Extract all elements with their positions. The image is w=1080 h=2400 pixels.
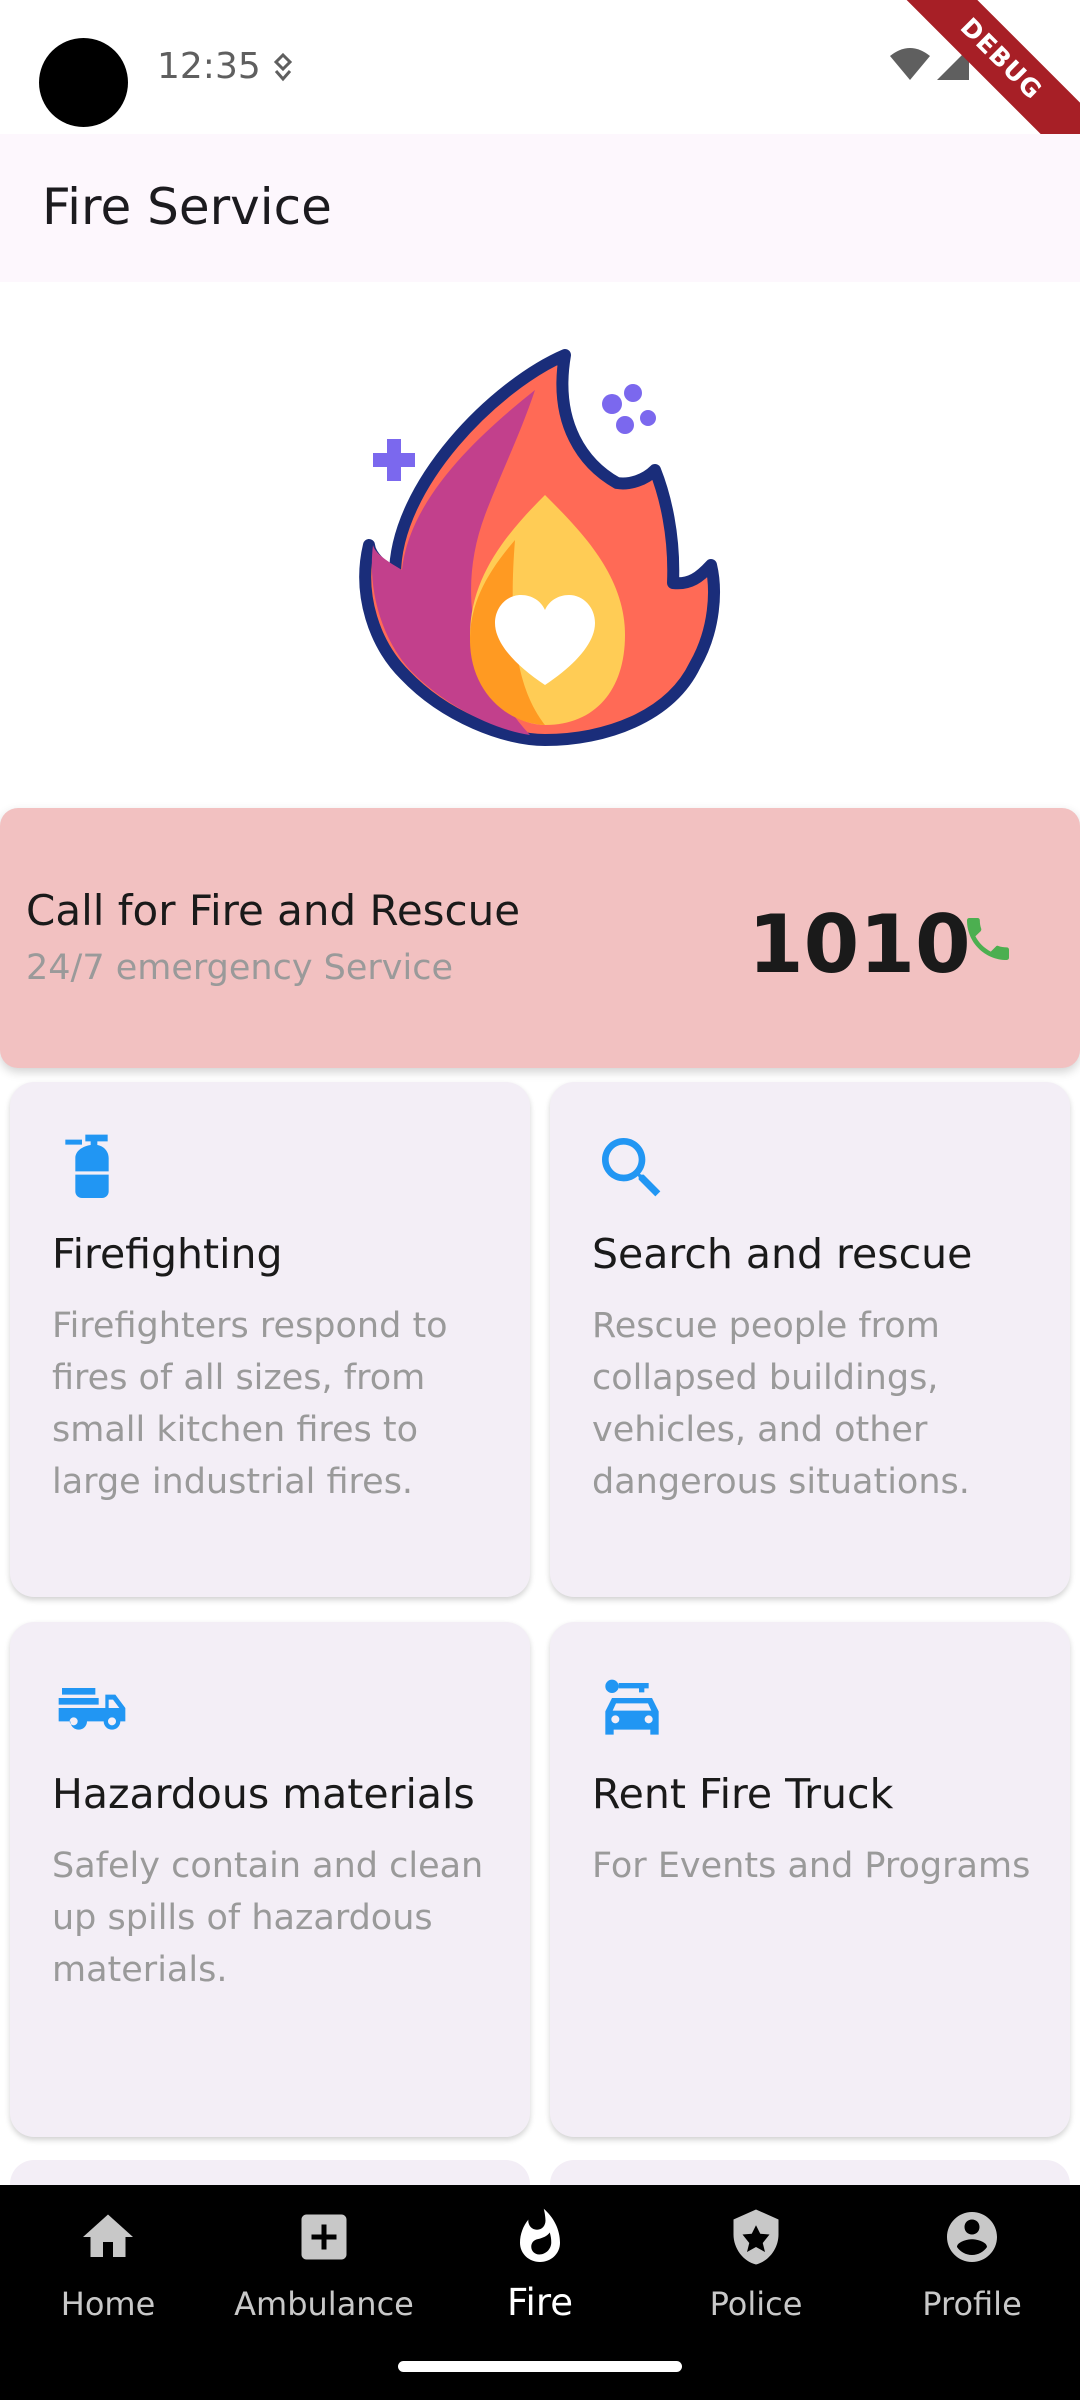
service-card-hazardous-materials[interactable]: Hazardous materials Safely contain and c… [10, 1622, 530, 2137]
nav-label: Profile [922, 2285, 1022, 2323]
car-rental-icon [605, 1679, 659, 1735]
status-time: 12:35 [157, 46, 261, 87]
service-card-rent-fire-truck[interactable]: Rent Fire Truck For Events and Programs [550, 1622, 1070, 2137]
medical-plus-icon [301, 2214, 347, 2260]
service-card-title: Firefighting [52, 1230, 283, 1278]
nav-item-home[interactable]: Home [0, 2185, 216, 2345]
home-icon [83, 2214, 133, 2257]
search-icon [602, 1138, 661, 1197]
service-card-title: Search and rescue [592, 1230, 973, 1278]
emergency-number[interactable]: 1010 [748, 898, 971, 991]
service-card-firefighting[interactable]: Firefighting Firefighters respond to fir… [10, 1082, 530, 1597]
nav-label: Home [60, 2285, 156, 2323]
app-bar: Fire Service [0, 134, 1080, 282]
service-card-title: Rent Fire Truck [592, 1770, 894, 1818]
nav-label: Fire [506, 2281, 574, 2324]
call-card-title: Call for Fire and Rescue [26, 886, 521, 935]
service-card-title: Hazardous materials [52, 1770, 475, 1818]
camera-cutout [39, 38, 128, 127]
emergency-call-card[interactable]: Call for Fire and Rescue 24/7 emergency … [0, 808, 1080, 1068]
service-card-description: Firefighters respond to fires of all siz… [52, 1306, 448, 1502]
service-card-description: Safely contain and clean up spills of ha… [52, 1846, 484, 1990]
nav-label: Police [709, 2285, 803, 2323]
nav-item-fire[interactable]: Fire [432, 2185, 648, 2345]
flame-heart-illustration [359, 349, 720, 746]
status-bar: 12:35 DEBUG [0, 0, 1080, 187]
shield-star-icon [733, 2209, 779, 2265]
wifi-icon [890, 48, 930, 80]
page-title: Fire Service [42, 178, 332, 236]
nav-item-police[interactable]: Police [648, 2185, 864, 2345]
service-card-search-rescue[interactable]: Search and rescue Rescue people from col… [550, 1082, 1070, 1597]
call-card-subtitle: 24/7 emergency Service [26, 948, 454, 988]
fire-extinguisher-icon [65, 1134, 109, 1198]
home-indicator[interactable] [398, 2361, 682, 2372]
nav-label: Ambulance [234, 2285, 414, 2323]
phone-icon[interactable] [960, 911, 1016, 967]
fire-truck-icon [58, 1688, 126, 1730]
nav-item-ambulance[interactable]: Ambulance [216, 2185, 432, 2345]
nav-item-profile[interactable]: Profile [864, 2185, 1080, 2345]
notification-icon [273, 53, 293, 82]
service-card-description: Rescue people from collapsed buildings, … [592, 1306, 970, 1502]
account-circle-icon [947, 2212, 997, 2262]
fire-icon [520, 2208, 560, 2262]
service-card-description: For Events and Programs [592, 1846, 1031, 1886]
